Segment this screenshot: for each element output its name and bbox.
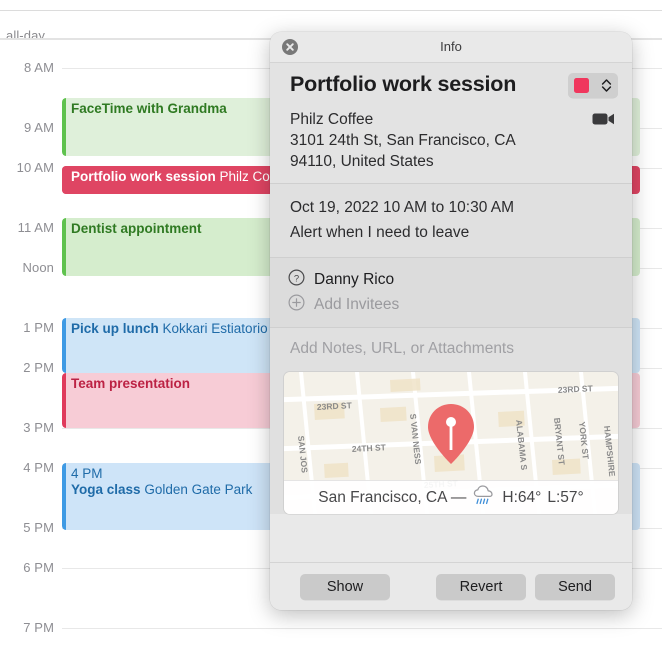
event-color-bar (62, 218, 66, 276)
popover-title: Info (440, 39, 462, 54)
event-color-bar (62, 166, 66, 194)
event-color-bar (62, 98, 66, 156)
hour-label: 10 AM (16, 160, 54, 175)
hour-label: 9 AM (23, 120, 54, 135)
event-title-section: Portfolio work session (270, 62, 632, 107)
add-invitees-row[interactable]: Add Invitees (288, 292, 612, 317)
location-line-0: Philz Coffee (290, 111, 374, 128)
event-date-time: Oct 19, 2022 10 AM to 10:30 AM (290, 199, 515, 216)
event-title: Dentist appointment (71, 221, 202, 236)
location-line-1: 3101 24th St, San Francisco, CA (290, 132, 516, 149)
chevron-up-down-icon (601, 78, 612, 93)
event-date-section[interactable]: Oct 19, 2022 10 AM to 10:30 AM Alert whe… (270, 183, 632, 257)
event-title: Team presentation (71, 376, 191, 391)
event-alert: Alert when I need to leave (290, 224, 470, 241)
event-notes-section[interactable]: Add Notes, URL, or Attachments (270, 327, 632, 370)
hour-label: 5 PM (23, 520, 54, 535)
hour-label: 7 PM (23, 620, 54, 635)
event-location: Golden Gate Park (144, 482, 253, 497)
event-invitees-section[interactable]: ? Danny Rico Add Invitees (270, 257, 632, 327)
event-title: Pick up lunch (71, 321, 159, 336)
hour-label: 11 AM (17, 220, 54, 235)
event-location: Kokkari Estiatorio (162, 321, 268, 336)
show-button[interactable]: Show (300, 573, 390, 600)
map-preview[interactable]: 23RD ST 23RD ST 24TH ST 25TH ST S VAN NE… (284, 372, 618, 514)
revert-button[interactable]: Revert (436, 573, 526, 600)
svg-text:23RD ST: 23RD ST (317, 400, 353, 412)
hour-label: 4 PM (23, 460, 54, 475)
add-invitees-label: Add Invitees (314, 295, 400, 313)
popover-title-bar: Info (270, 32, 632, 62)
hour-label: 2 PM (23, 360, 54, 375)
weather-low: L:57° (547, 488, 584, 506)
hour-label: Noon (22, 260, 54, 275)
rain-cloud-icon (472, 484, 496, 511)
plus-circle-icon (288, 293, 305, 316)
event-title: FaceTime with Grandma (71, 101, 227, 116)
svg-text:24TH ST: 24TH ST (352, 442, 387, 454)
calendar-color-swatch (574, 78, 589, 93)
hour-label: 1 PM (23, 320, 54, 335)
popover-button-bar: Show Revert Send (270, 562, 632, 610)
event-color-bar (62, 373, 66, 428)
event-info-popover[interactable]: Info Portfolio work session Philz Coffee… (270, 32, 632, 610)
location-line-2: 94110, United States (290, 153, 434, 170)
event-color-bar (62, 463, 66, 530)
event-map-section[interactable]: 23RD ST 23RD ST 24TH ST 25TH ST S VAN NE… (270, 370, 632, 514)
invitee-name: Danny Rico (314, 270, 395, 288)
weather-strip: San Francisco, CA — H:64° L:57° (284, 480, 618, 514)
question-circle-icon: ? (288, 268, 305, 291)
event-title: Portfolio work session (71, 169, 216, 184)
calendar-color-stepper[interactable] (568, 73, 618, 98)
event-location-section[interactable]: Philz Coffee 3101 24th St, San Francisco… (270, 107, 632, 183)
hour-label: 8 AM (23, 60, 54, 75)
svg-text:?: ? (294, 273, 299, 284)
hour-label: 6 PM (23, 560, 54, 575)
weather-place: San Francisco, CA — (318, 488, 467, 506)
invitee-row-organizer[interactable]: ? Danny Rico (288, 267, 612, 292)
event-title: Yoga class (71, 482, 141, 497)
weather-high: H:64° (502, 488, 542, 506)
video-camera-icon[interactable] (592, 111, 616, 132)
send-button[interactable]: Send (535, 573, 615, 600)
hour-gridline (62, 628, 662, 629)
svg-text:23RD ST: 23RD ST (558, 383, 594, 395)
notes-placeholder: Add Notes, URL, or Attachments (290, 340, 514, 357)
event-color-bar (62, 318, 66, 373)
hour-label: 3 PM (23, 420, 54, 435)
